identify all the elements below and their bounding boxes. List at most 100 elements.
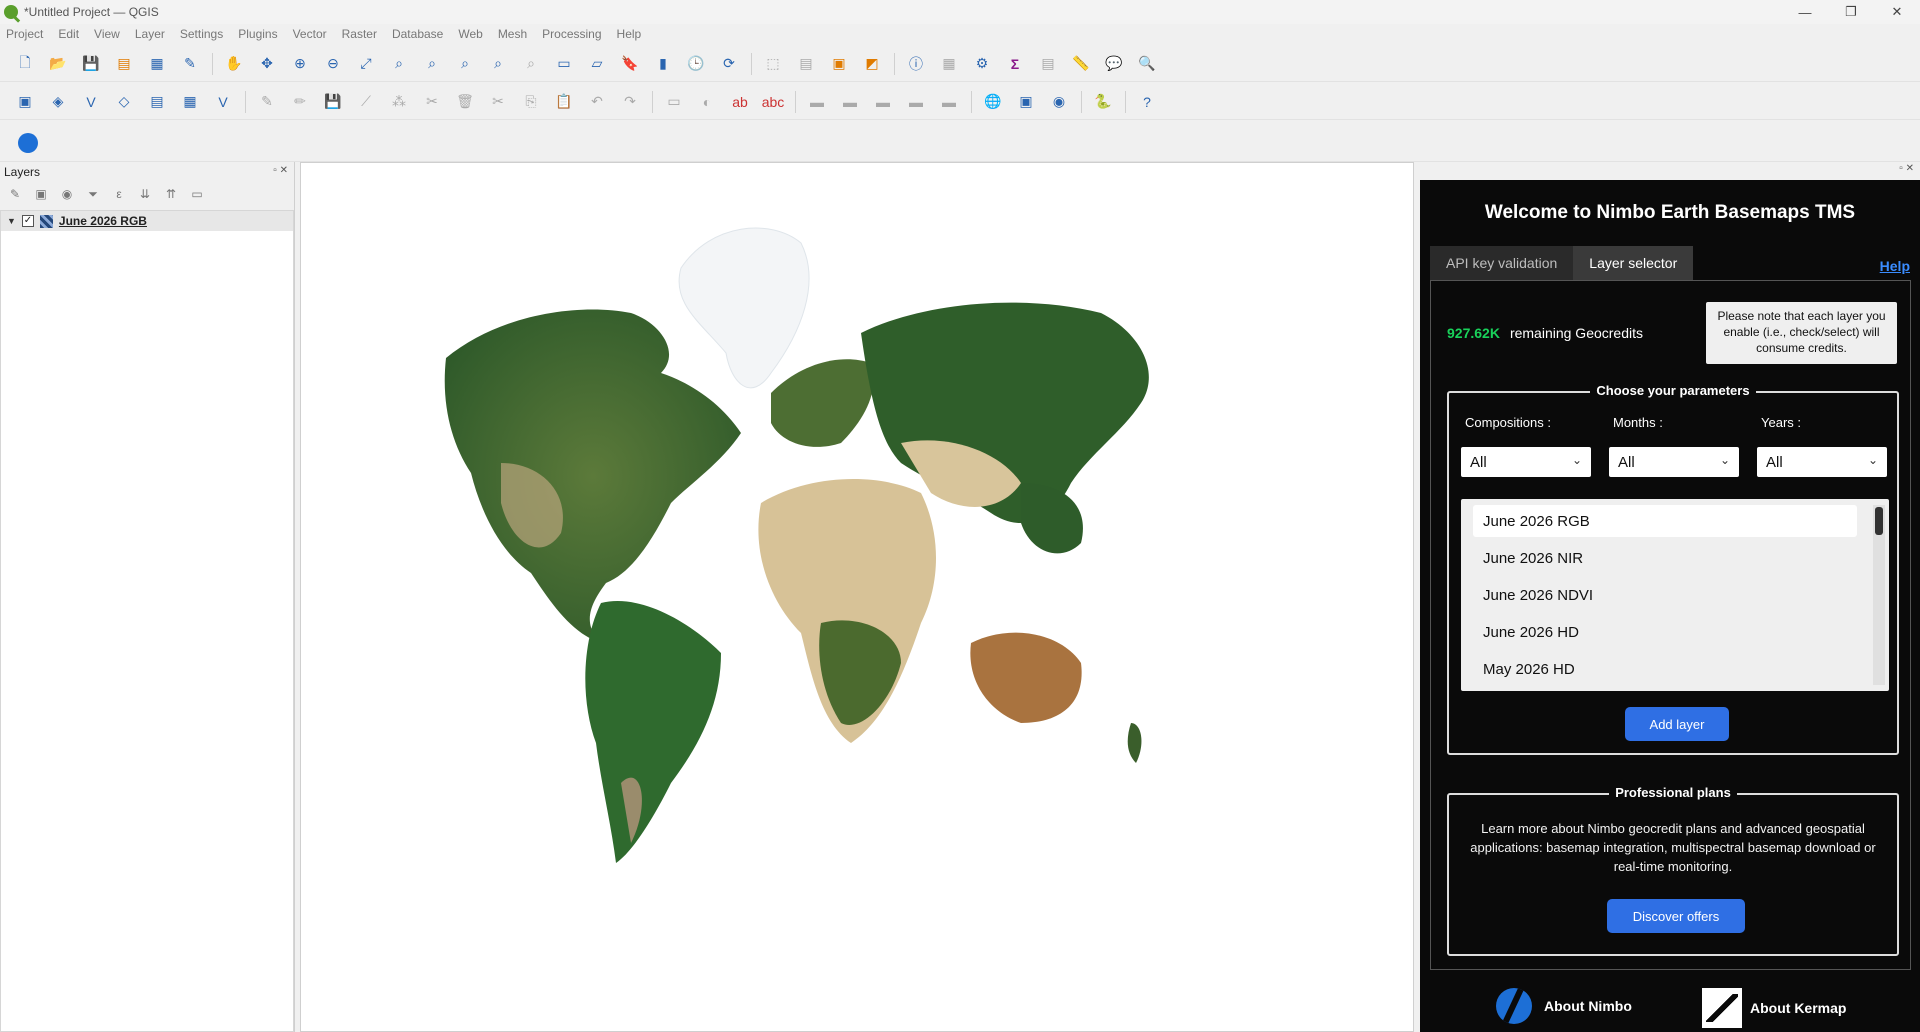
new-shapefile-icon[interactable]: ◇ [113, 91, 135, 113]
new-geopackage-icon[interactable]: ◈ [47, 91, 69, 113]
data-source-manager-icon[interactable]: ▣ [14, 91, 36, 113]
layer-visibility-checkbox[interactable]: ✓ [21, 215, 34, 227]
panel-float-close-icon[interactable]: ▫ ✕ [273, 165, 288, 176]
layer-name[interactable]: June 2026 RGB [59, 214, 147, 228]
help-link[interactable]: Help [1880, 258, 1910, 274]
about-nimbo-link[interactable]: About Nimbo [1496, 988, 1632, 1024]
map-canvas[interactable] [300, 162, 1414, 1032]
menu-plugins[interactable]: Plugins [238, 27, 277, 41]
map-tips-icon[interactable]: 💬 [1103, 53, 1125, 75]
change-label-icon[interactable]: ▬ [938, 91, 960, 113]
metasearch-icon[interactable]: 🌐 [982, 91, 1004, 113]
cut-features-icon[interactable]: ✂ [487, 91, 509, 113]
filter-expression-icon[interactable]: ε [112, 187, 126, 201]
edit-pencil-icon[interactable]: ✎ [256, 91, 278, 113]
list-item[interactable]: June 2026 HD [1473, 616, 1857, 648]
manage-themes-icon[interactable]: ◉ [60, 187, 74, 201]
zoom-full-icon[interactable]: ⤢ [355, 53, 377, 75]
select-by-value-icon[interactable]: ▤ [795, 53, 817, 75]
menu-vector[interactable]: Vector [293, 27, 327, 41]
list-item[interactable]: June 2026 RGB [1473, 505, 1857, 537]
zoom-out-icon[interactable]: ⊖ [322, 53, 344, 75]
new-print-layout-icon[interactable]: ▤ [113, 53, 135, 75]
field-calculator-icon[interactable]: ▤ [1037, 53, 1059, 75]
attribute-table-icon[interactable]: ▦ [938, 53, 960, 75]
nimbo-plugin-icon[interactable] [18, 132, 38, 153]
open-project-icon[interactable]: 📂 [47, 53, 69, 75]
new-3d-view-icon[interactable]: ▱ [586, 53, 608, 75]
menu-help[interactable]: Help [617, 27, 642, 41]
menu-web[interactable]: Web [458, 27, 482, 41]
minimize-icon[interactable]: — [1782, 0, 1828, 24]
zoom-in-icon[interactable]: ⊕ [289, 53, 311, 75]
list-item[interactable]: June 2026 NDVI [1473, 579, 1857, 611]
undo-icon[interactable]: ↶ [586, 91, 608, 113]
remove-layer-icon[interactable]: ▭ [190, 187, 204, 201]
maximize-icon[interactable]: ❐ [1828, 0, 1874, 24]
menu-settings[interactable]: Settings [180, 27, 223, 41]
menu-processing[interactable]: Processing [542, 27, 601, 41]
menu-database[interactable]: Database [392, 27, 443, 41]
label-abc-icon[interactable]: ab [729, 91, 751, 113]
digitize-icon[interactable]: ⟋ [355, 91, 377, 113]
discover-offers-button[interactable]: Discover offers [1607, 899, 1745, 933]
show-bookmarks-icon[interactable]: ▮ [652, 53, 674, 75]
statistics-icon[interactable]: Σ [1004, 53, 1026, 75]
identify-icon[interactable]: ⓘ [905, 53, 927, 75]
zoom-last-icon[interactable]: ⌕ [487, 53, 509, 75]
close-icon[interactable]: ✕ [1874, 0, 1920, 24]
list-scrollbar[interactable] [1873, 505, 1885, 685]
save-edits-icon[interactable]: 💾 [322, 91, 344, 113]
deselect-all-icon[interactable]: ▣ [828, 53, 850, 75]
style-manager-icon[interactable]: ✎ [179, 53, 201, 75]
save-project-icon[interactable]: 💾 [80, 53, 102, 75]
dock-float-close-icon[interactable]: ▫ ✕ [1899, 163, 1914, 174]
layout-manager-icon[interactable]: ▦ [146, 53, 168, 75]
new-map-view-icon[interactable]: ▭ [553, 53, 575, 75]
rotate-label-icon[interactable]: ▬ [905, 91, 927, 113]
zoom-next-icon[interactable]: ⌕ [520, 53, 542, 75]
new-project-icon[interactable]: 🗋 [14, 53, 36, 75]
modify-attributes-icon[interactable]: ✂ [421, 91, 443, 113]
locator-icon[interactable]: 🔍 [1136, 53, 1158, 75]
menu-layer[interactable]: Layer [135, 27, 165, 41]
open-styling-icon[interactable]: ✎ [8, 187, 22, 201]
add-vector-layer-icon[interactable]: V [80, 91, 102, 113]
add-raster-layer-icon[interactable]: ▦ [179, 91, 201, 113]
vertex-tool-icon[interactable]: ⁂ [388, 91, 410, 113]
layer-row[interactable]: ▼ ✓ June 2026 RGB [1, 211, 293, 231]
show-labels-icon[interactable]: ▬ [839, 91, 861, 113]
measure-icon[interactable]: 📏 [1070, 53, 1092, 75]
add-group-icon[interactable]: ▣ [34, 187, 48, 201]
pan-icon[interactable]: ✋ [223, 53, 245, 75]
pan-to-selection-icon[interactable]: ✥ [256, 53, 278, 75]
add-virtual-layer-icon[interactable]: V [212, 91, 234, 113]
move-label-icon[interactable]: ▬ [872, 91, 894, 113]
copy-features-icon[interactable]: ⎘ [520, 91, 542, 113]
paste-features-icon[interactable]: 📋 [553, 91, 575, 113]
pin-labels-icon[interactable]: ▬ [806, 91, 828, 113]
filter-legend-icon[interactable]: ⏷ [86, 187, 100, 201]
list-item[interactable]: May 2026 HD [1473, 653, 1857, 685]
whats-this-icon[interactable]: ? [1136, 91, 1158, 113]
menu-view[interactable]: View [94, 27, 120, 41]
select-features-icon[interactable]: ⬚ [762, 53, 784, 75]
scrollbar-thumb[interactable] [1875, 507, 1883, 535]
redo-icon[interactable]: ↷ [619, 91, 641, 113]
new-bookmark-icon[interactable]: 🔖 [619, 53, 641, 75]
menu-edit[interactable]: Edit [58, 27, 79, 41]
zoom-native-icon[interactable]: ⌕ [454, 53, 476, 75]
qms-icon[interactable]: ▣ [1015, 91, 1037, 113]
label-tool-icon[interactable]: ▭ [663, 91, 685, 113]
temporal-controller-icon[interactable]: 🕒 [685, 53, 707, 75]
add-wms-layer-icon[interactable]: ▤ [146, 91, 168, 113]
tab-layer-selector[interactable]: Layer selector [1573, 246, 1694, 280]
zoom-selection-icon[interactable]: ⌕ [388, 53, 410, 75]
toggle-editing-icon[interactable]: ✏ [289, 91, 311, 113]
list-item[interactable]: June 2026 NIR [1473, 542, 1857, 574]
plugin-globe-icon[interactable]: ◉ [1048, 91, 1070, 113]
years-select[interactable]: All ⌄ [1757, 447, 1887, 477]
menu-mesh[interactable]: Mesh [498, 27, 527, 41]
expand-arrow-icon[interactable]: ▼ [7, 216, 16, 226]
compositions-select[interactable]: All ⌄ [1461, 447, 1591, 477]
